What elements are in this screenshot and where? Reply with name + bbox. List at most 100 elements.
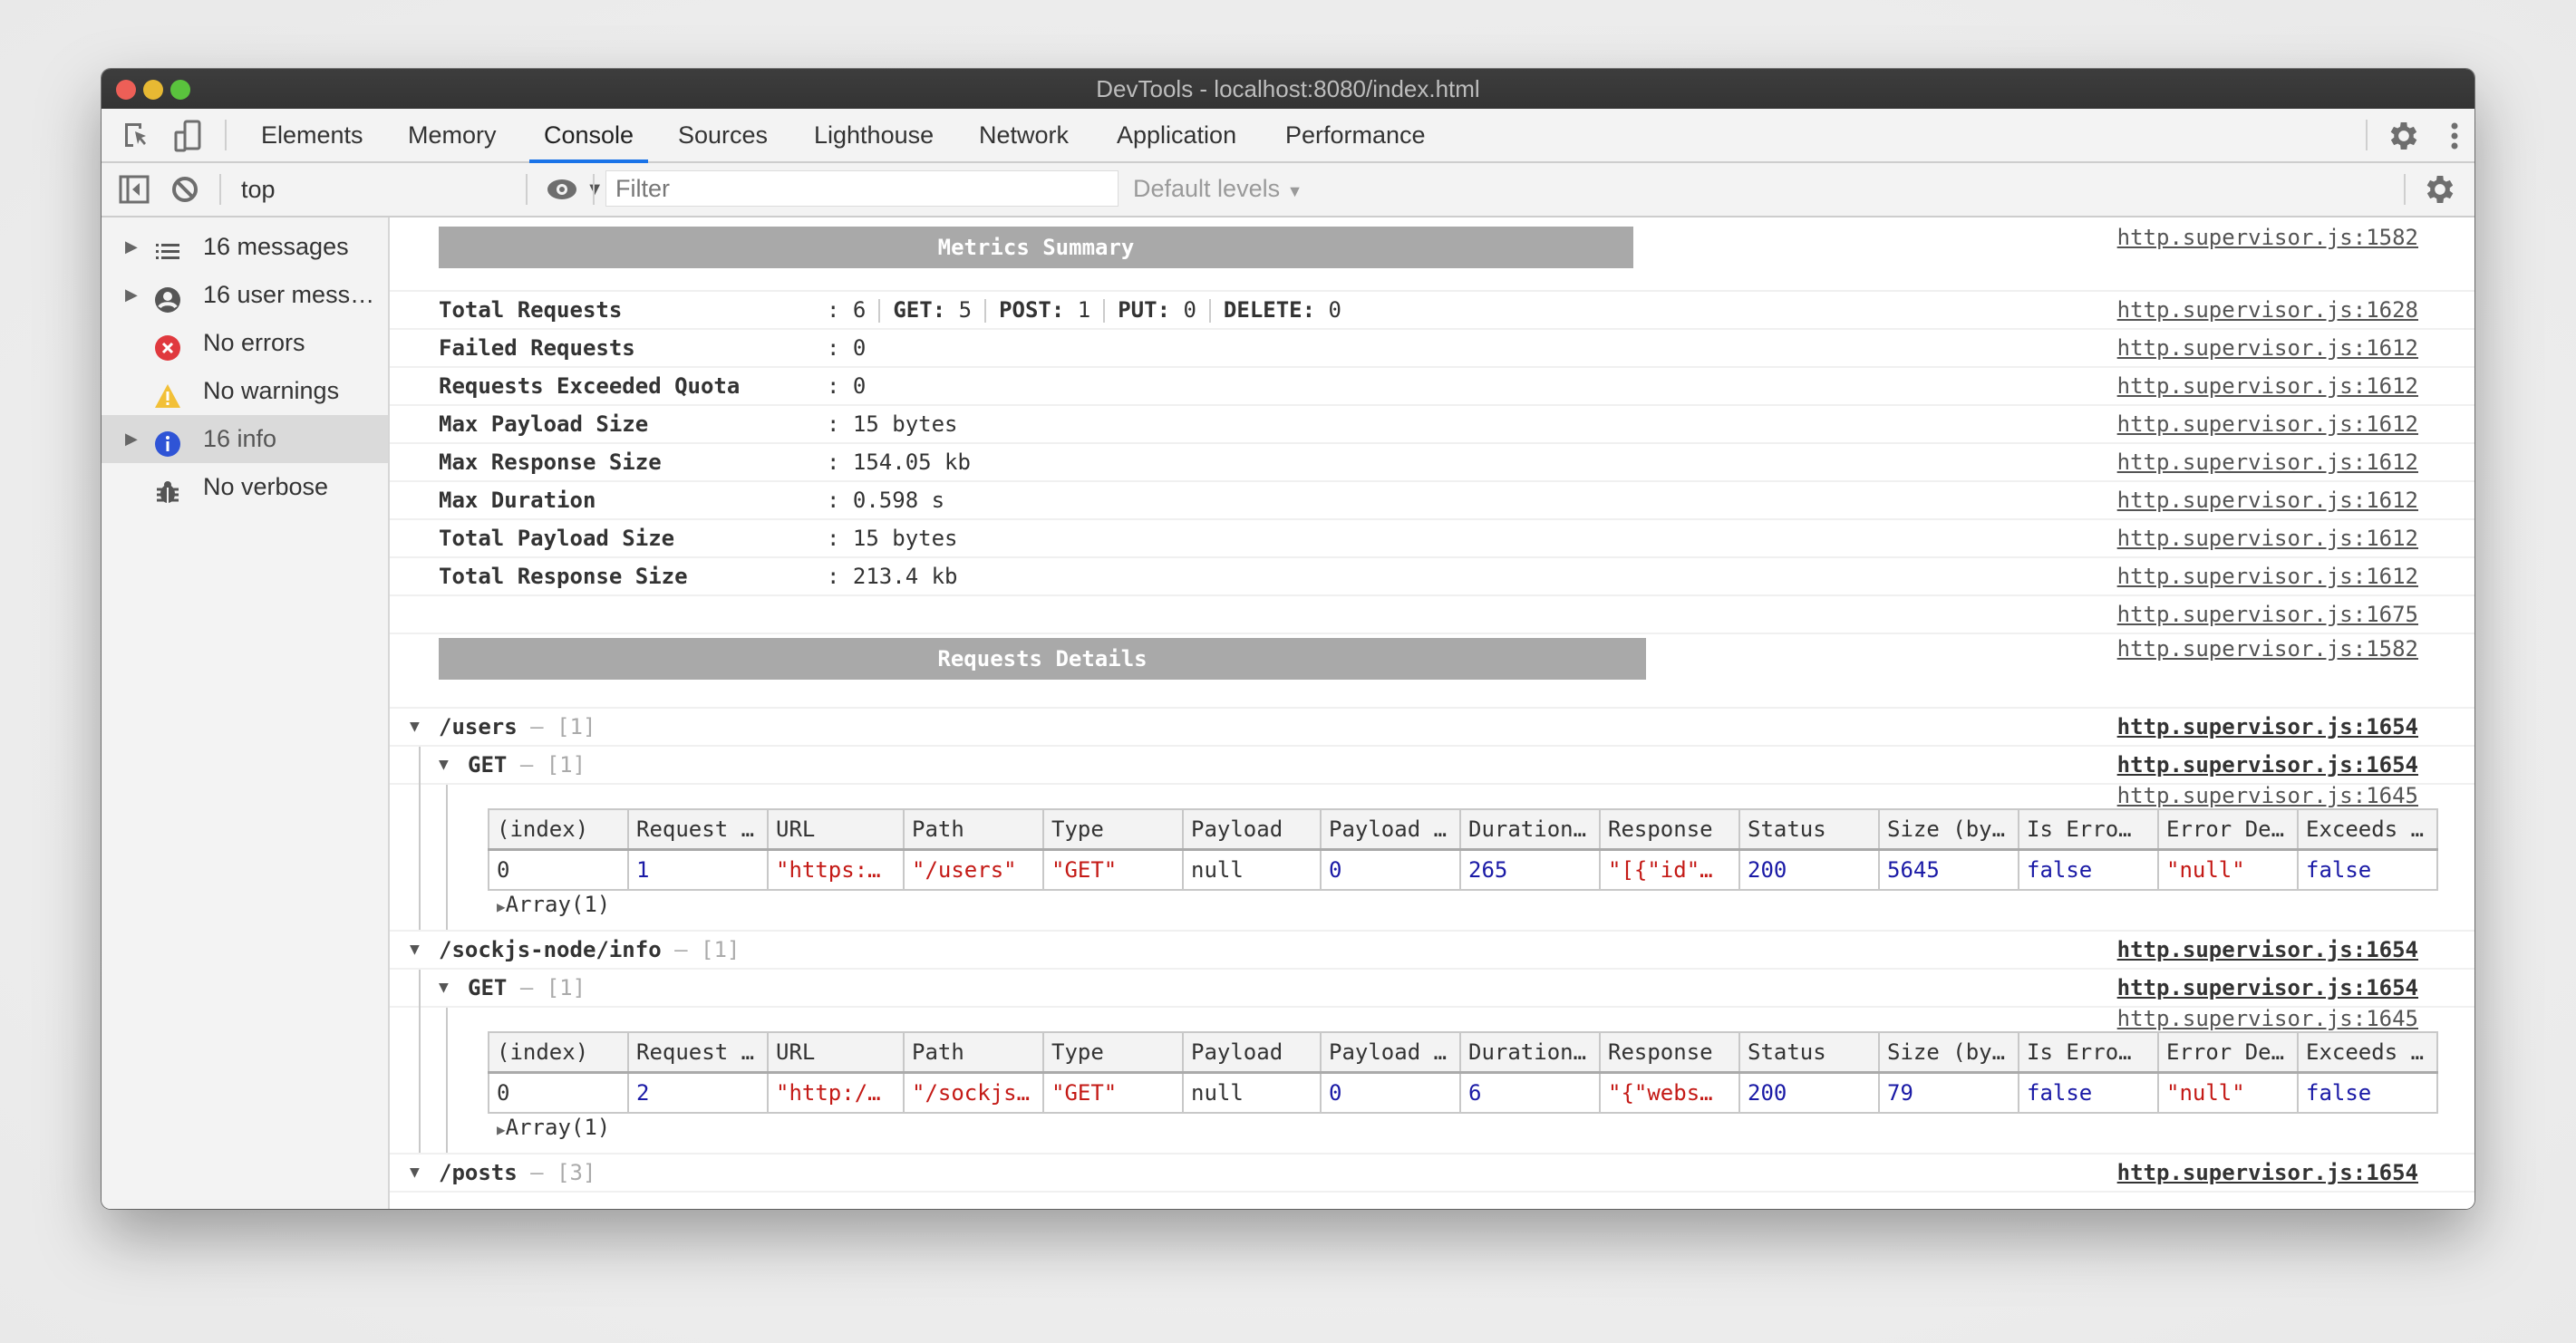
column-header[interactable]: Request … [627, 808, 769, 851]
devtools-window: DevTools - localhost:8080/index.html Ele… [102, 69, 2474, 1209]
column-header[interactable]: Duration… [1459, 808, 1601, 851]
collapse-arrow-icon[interactable]: ▼ [439, 970, 449, 1006]
settings-gear-icon[interactable] [2386, 118, 2422, 154]
device-toolbar-icon[interactable] [170, 118, 207, 154]
source-link[interactable]: http.supervisor.js:1654 [2117, 970, 2418, 1006]
column-header[interactable]: (index) [488, 808, 629, 851]
tab-elements[interactable]: Elements [261, 109, 363, 161]
sidebar-item-user-messages[interactable]: ▶ 16 user messages [102, 271, 388, 319]
column-header[interactable]: Response [1599, 808, 1740, 851]
divider [219, 174, 221, 205]
tab-console[interactable]: Console [528, 109, 649, 163]
column-header[interactable]: Exceeds … [2297, 1031, 2438, 1074]
array-expander[interactable]: ▶Array(1) [497, 892, 610, 917]
log-levels-dropdown[interactable]: Default levels ▼ [1133, 170, 1303, 207]
source-link[interactable]: http.supervisor.js:1645 [2117, 1006, 2418, 1031]
column-header[interactable]: Request … [627, 1031, 769, 1074]
source-link[interactable]: http.supervisor.js:1654 [2117, 747, 2418, 783]
column-header[interactable]: Path [903, 1031, 1044, 1074]
console-group[interactable]: ▼ /sockjs-node/info – [1] http.superviso… [390, 932, 2474, 970]
source-link[interactable]: http.supervisor.js:1654 [2117, 1155, 2418, 1191]
column-header[interactable]: Size (by… [1878, 808, 2019, 851]
metric-value: : 15 bytes [827, 411, 958, 437]
source-link[interactable]: http.supervisor.js:1582 [2117, 225, 2418, 250]
column-header[interactable]: Type [1042, 808, 1184, 851]
collapse-arrow-icon[interactable]: ▼ [410, 1155, 420, 1191]
sidebar-item-warnings[interactable]: No warnings [102, 367, 388, 415]
source-link[interactable]: http.supervisor.js:1582 [2117, 636, 2418, 662]
array-expander[interactable]: ▶Array(1) [497, 1115, 610, 1140]
column-header[interactable]: Response [1599, 1031, 1740, 1074]
tab-lighthouse[interactable]: Lighthouse [814, 109, 934, 161]
sidebar-item-verbose[interactable]: No verbose [102, 463, 388, 511]
source-link[interactable]: http.supervisor.js:1645 [2117, 783, 2418, 808]
source-link[interactable]: http.supervisor.js:1612 [2117, 444, 2418, 480]
table-cell: 200 [1738, 1071, 1880, 1114]
clear-console-icon[interactable] [167, 171, 203, 208]
source-link[interactable]: http.supervisor.js:1654 [2117, 932, 2418, 968]
column-header[interactable]: Size (by… [1878, 1031, 2019, 1074]
metric-label: Total Requests [439, 297, 623, 323]
console-group[interactable]: ▼ GET – [1] http.supervisor.js:1654 [390, 970, 2474, 1008]
sidebar-item-messages[interactable]: ▶ 16 messages [102, 223, 388, 271]
source-link[interactable]: http.supervisor.js:1612 [2117, 330, 2418, 366]
collapse-arrow-icon[interactable]: ▼ [410, 709, 420, 745]
source-link[interactable]: http.supervisor.js:1612 [2117, 406, 2418, 442]
column-header[interactable]: Is Erro… [2018, 808, 2159, 851]
column-header[interactable]: Error De… [2157, 1031, 2299, 1074]
expand-arrow-icon[interactable]: ▶ [125, 415, 138, 463]
column-header[interactable]: (index) [488, 1031, 629, 1074]
sidebar-item-info[interactable]: ▶ 16 info [102, 415, 388, 463]
column-header[interactable]: Is Erro… [2018, 1031, 2159, 1074]
column-header[interactable]: URL [767, 808, 905, 851]
column-header[interactable]: Payload [1182, 808, 1322, 851]
tab-sources[interactable]: Sources [678, 109, 768, 161]
console-settings-gear-icon[interactable] [2422, 171, 2458, 208]
column-header[interactable]: Error De… [2157, 808, 2299, 851]
table-cell: false [2297, 1071, 2438, 1114]
source-link[interactable]: http.supervisor.js:1654 [2117, 709, 2418, 745]
console-group[interactable]: ▼ /users – [1] http.supervisor.js:1654 [390, 709, 2474, 747]
window-title: DevTools - localhost:8080/index.html [1096, 75, 1480, 102]
info-icon [154, 426, 181, 457]
console-toolbar: top ▼ Default levels ▼ [102, 163, 2474, 217]
source-link[interactable]: http.supervisor.js:1675 [2117, 596, 2418, 633]
source-link[interactable]: http.supervisor.js:1628 [2117, 292, 2418, 328]
metric-label: Max Duration [439, 488, 596, 513]
column-header[interactable]: Type [1042, 1031, 1184, 1074]
more-options-icon[interactable] [2436, 118, 2473, 154]
tab-application[interactable]: Application [1117, 109, 1236, 161]
collapse-arrow-icon[interactable]: ▼ [410, 932, 420, 968]
sidebar-item-errors[interactable]: No errors [102, 319, 388, 367]
column-header[interactable]: Payload … [1320, 808, 1461, 851]
column-header[interactable]: URL [767, 1031, 905, 1074]
source-link[interactable]: http.supervisor.js:1612 [2117, 482, 2418, 518]
expand-arrow-icon[interactable]: ▶ [125, 223, 138, 271]
tab-performance[interactable]: Performance [1285, 109, 1426, 161]
source-link[interactable]: http.supervisor.js:1612 [2117, 558, 2418, 594]
console-group[interactable]: ▼ GET – [1] http.supervisor.js:1654 [390, 747, 2474, 785]
expand-arrow-icon[interactable]: ▶ [125, 271, 138, 319]
divider [526, 174, 528, 205]
divider [593, 174, 595, 205]
source-link[interactable]: http.supervisor.js:1612 [2117, 368, 2418, 404]
collapse-arrow-icon[interactable]: ▼ [439, 747, 449, 783]
tab-memory[interactable]: Memory [408, 109, 497, 161]
column-header[interactable]: Duration… [1459, 1031, 1601, 1074]
column-header[interactable]: Path [903, 808, 1044, 851]
console-group[interactable]: ▼ /posts – [3] http.supervisor.js:1654 [390, 1155, 2474, 1193]
source-link[interactable]: http.supervisor.js:1612 [2117, 520, 2418, 556]
sidebar-toggle-icon[interactable] [116, 171, 152, 208]
column-header[interactable]: Status [1738, 808, 1880, 851]
column-header[interactable]: Status [1738, 1031, 1880, 1074]
divider [225, 120, 227, 150]
inspect-element-icon[interactable] [118, 118, 154, 154]
bug-icon [154, 474, 181, 503]
filter-input[interactable] [605, 170, 1119, 207]
column-header[interactable]: Payload [1182, 1031, 1322, 1074]
column-header[interactable]: Exceeds … [2297, 808, 2438, 851]
tab-network[interactable]: Network [979, 109, 1069, 161]
table-cell: 6 [1459, 1071, 1601, 1114]
live-expression-eye-icon[interactable] [544, 171, 580, 208]
column-header[interactable]: Payload … [1320, 1031, 1461, 1074]
